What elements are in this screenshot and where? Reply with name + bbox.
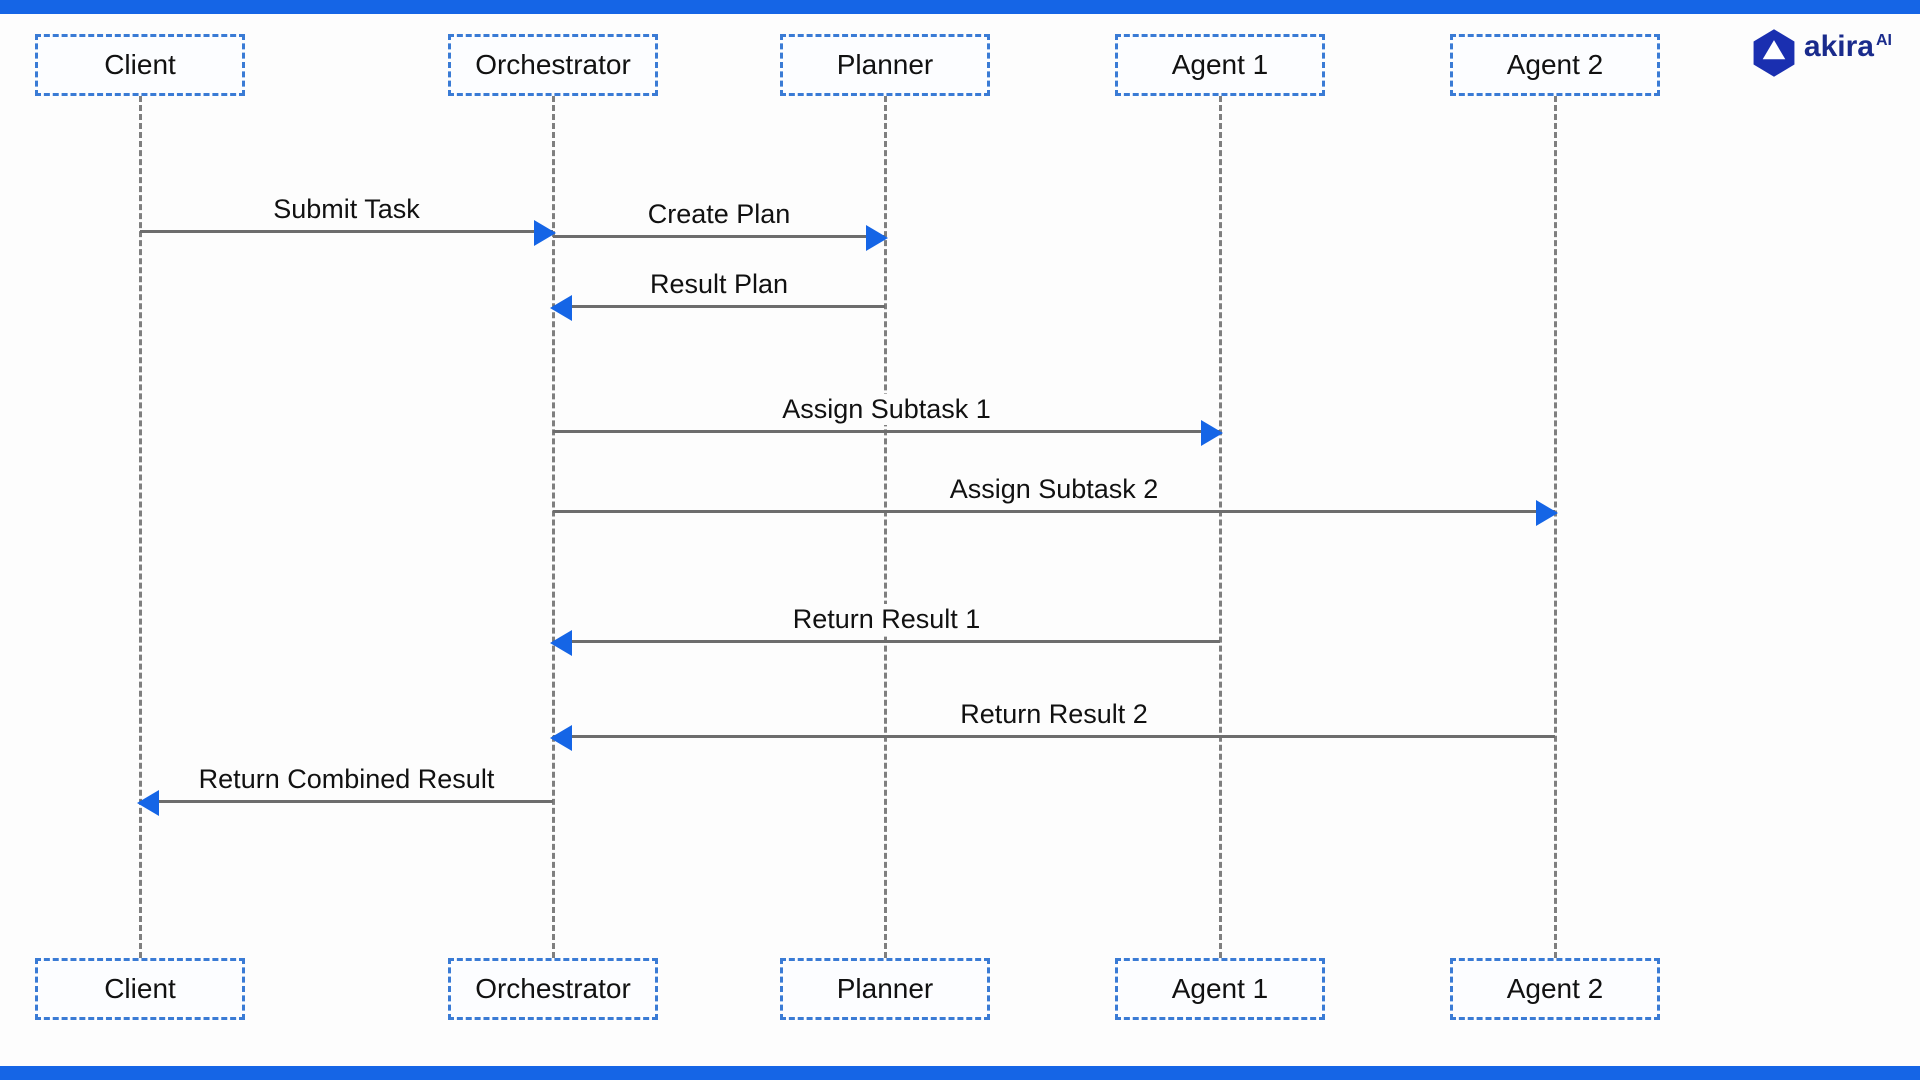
participant-planner-top: Planner — [780, 34, 990, 96]
arrowhead-icon — [550, 630, 572, 656]
participant-orchestrator-top: Orchestrator — [448, 34, 658, 96]
participant-agent1-top: Agent 1 — [1115, 34, 1325, 96]
message-1: Create Plan — [553, 235, 885, 238]
message-label: Assign Subtask 1 — [772, 394, 1001, 425]
arrowhead-icon — [550, 295, 572, 321]
message-7: Return Combined Result — [140, 800, 553, 803]
message-label: Return Combined Result — [189, 764, 505, 795]
lifeline-client — [139, 96, 142, 958]
message-label: Return Result 2 — [950, 699, 1158, 730]
message-2: Result Plan — [553, 305, 885, 308]
arrowhead-icon — [1536, 500, 1558, 526]
brand-suffix: AI — [1876, 32, 1892, 49]
participant-client-bottom: Client — [35, 958, 245, 1020]
message-label: Assign Subtask 2 — [940, 474, 1169, 505]
message-4: Assign Subtask 2 — [553, 510, 1555, 513]
message-3: Assign Subtask 1 — [553, 430, 1220, 433]
participant-agent2-top: Agent 2 — [1450, 34, 1660, 96]
top-accent-bar — [0, 0, 1920, 14]
message-5: Return Result 1 — [553, 640, 1220, 643]
participant-orchestrator-bottom: Orchestrator — [448, 958, 658, 1020]
arrowhead-icon — [550, 725, 572, 751]
brand-hex-icon — [1752, 28, 1796, 66]
participant-agent2-bottom: Agent 2 — [1450, 958, 1660, 1020]
participant-planner-bottom: Planner — [780, 958, 990, 1020]
arrowhead-icon — [137, 790, 159, 816]
arrowhead-icon — [866, 225, 888, 251]
arrowhead-icon — [1201, 420, 1223, 446]
message-label: Create Plan — [638, 199, 801, 230]
message-label: Submit Task — [263, 194, 430, 225]
message-6: Return Result 2 — [553, 735, 1555, 738]
participant-client-top: Client — [35, 34, 245, 96]
message-0: Submit Task — [140, 230, 553, 233]
brand-logo: akiraAI — [1752, 28, 1892, 66]
lifeline-agent1 — [1219, 96, 1222, 958]
lifeline-agent2 — [1554, 96, 1557, 958]
participant-agent1-bottom: Agent 1 — [1115, 958, 1325, 1020]
bottom-accent-bar — [0, 1066, 1920, 1080]
arrowhead-icon — [534, 220, 556, 246]
message-label: Return Result 1 — [783, 604, 991, 635]
message-label: Result Plan — [640, 269, 798, 300]
brand-name: akira — [1804, 30, 1874, 63]
